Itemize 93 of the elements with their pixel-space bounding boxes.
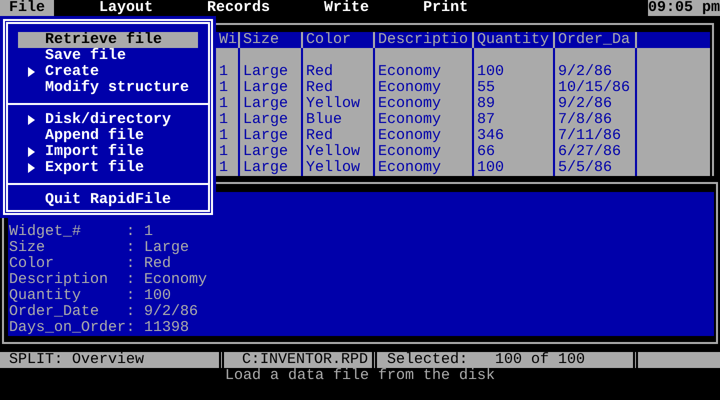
table-cell-text: Yellow (305, 144, 362, 160)
table-cell-text: 10/15/86 (557, 80, 632, 96)
field-name: Widget_# (9, 224, 82, 240)
table-cell-text: Large (242, 64, 290, 80)
clock: 09:05 pm (648, 0, 720, 16)
table-cell-text: 100 (476, 160, 506, 176)
table-cell-text: Economy (377, 160, 442, 176)
menu-item[interactable]: Write (315, 0, 378, 16)
table-cell-text: 87 (476, 112, 496, 128)
submenu-arrow-icon (27, 162, 36, 174)
field-separator: : (126, 256, 136, 272)
column-header[interactable]: Color (301, 32, 373, 48)
table-cell-text: Large (242, 128, 290, 144)
submenu-arrow-icon (27, 114, 36, 126)
field-name: Order_Date (9, 304, 100, 320)
field-separator: : (126, 272, 136, 288)
table-cell-text: Red (305, 64, 334, 80)
table-cell-text: 7/8/86 (557, 112, 614, 128)
table-cell-text: Yellow (305, 96, 362, 112)
table-cell-text: Economy (377, 128, 442, 144)
field-separator: : (126, 304, 136, 320)
table-cell-text: Blue (305, 112, 344, 128)
menu-item[interactable]: Modify structure (18, 80, 198, 96)
field-value: Large (144, 240, 190, 256)
menu-item[interactable]: Save file (18, 48, 198, 64)
menu-item[interactable]: Layout (90, 0, 162, 16)
field-name: Description (9, 272, 110, 288)
table-cell-text: Yellow (305, 160, 362, 176)
menu-item[interactable]: Retrieve file (18, 32, 198, 48)
table-cell-text: Large (242, 112, 290, 128)
field-value: 9/2/86 (144, 304, 198, 320)
table-cell-text: 55 (476, 80, 496, 96)
table-cell-text: 1 (218, 160, 230, 176)
menu-item[interactable]: Append file (18, 128, 198, 144)
table-cell-text: 100 (476, 64, 506, 80)
menu-item[interactable]: Quit RapidFile (18, 192, 198, 208)
table-cell-text: Large (242, 144, 290, 160)
status-label: C:INVENTOR.RPD (219, 352, 372, 368)
field-value: 100 (144, 288, 172, 304)
column-header[interactable]: Wi (216, 32, 238, 48)
table-cell-text: 346 (476, 128, 506, 144)
status-message: Load a data file from the disk (224, 368, 496, 384)
field-name: Quantity (9, 288, 82, 304)
field-value: Red (144, 256, 172, 272)
column-header[interactable]: Size (238, 32, 301, 48)
table-cell-text: 1 (218, 128, 230, 144)
table-cell-text: Economy (377, 112, 442, 128)
field-value: 11398 (144, 320, 190, 336)
table-cell-text: 9/2/86 (557, 64, 614, 80)
column-header[interactable] (635, 32, 710, 48)
table-cell-text: Economy (377, 144, 442, 160)
table-cell-text: Large (242, 80, 290, 96)
status-label: Selected: 100 of 100 (372, 352, 633, 368)
column-header[interactable]: Quantity (472, 32, 553, 48)
table-cell-text: 5/5/86 (557, 160, 614, 176)
table-cell-text: Economy (377, 64, 442, 80)
table-cell-text: 7/11/86 (557, 128, 622, 144)
field-separator: : (126, 320, 136, 336)
table-cell-text: 89 (476, 96, 496, 112)
field-name: Days_on_Order (9, 320, 126, 336)
table-cell-text: 66 (476, 144, 496, 160)
submenu-arrow-icon (27, 66, 36, 78)
menu-item[interactable]: Import file (18, 144, 198, 160)
menu-item[interactable]: File (0, 0, 54, 16)
menu-item[interactable]: Print (414, 0, 478, 16)
menu-item[interactable]: Create (18, 64, 198, 80)
table-cell-text: Economy (377, 80, 442, 96)
field-separator: : (126, 288, 136, 304)
table-cell-text: Red (305, 80, 334, 96)
table-cell-text: 1 (218, 64, 230, 80)
menu-item[interactable]: Export file (18, 160, 198, 176)
table-cell-text: 6/27/86 (557, 144, 622, 160)
table-cell-text: 1 (218, 144, 230, 160)
menu-item[interactable]: Records (198, 0, 280, 16)
field-name: Color (9, 256, 56, 272)
field-value: Economy (144, 272, 208, 288)
table-cell-text: 1 (218, 80, 230, 96)
submenu-arrow-icon (27, 146, 36, 158)
field-value: 1 (144, 224, 154, 240)
column-header[interactable]: Order_Da (553, 32, 635, 48)
table-cell-text: 1 (218, 96, 230, 112)
status-label: SPLIT: Overview (8, 352, 146, 368)
table-cell-text: Large (242, 160, 290, 176)
table-cell-text: Large (242, 96, 290, 112)
field-name: Size (9, 240, 46, 256)
field-separator: : (126, 224, 136, 240)
table-cell-text: 1 (218, 112, 230, 128)
table-cell-text: Economy (377, 96, 442, 112)
column-header[interactable]: Descriptio (373, 32, 472, 48)
table-cell-text: 9/2/86 (557, 96, 614, 112)
field-separator: : (126, 240, 136, 256)
menu-item[interactable]: Disk/directory (18, 112, 198, 128)
table-cell-text: Red (305, 128, 334, 144)
